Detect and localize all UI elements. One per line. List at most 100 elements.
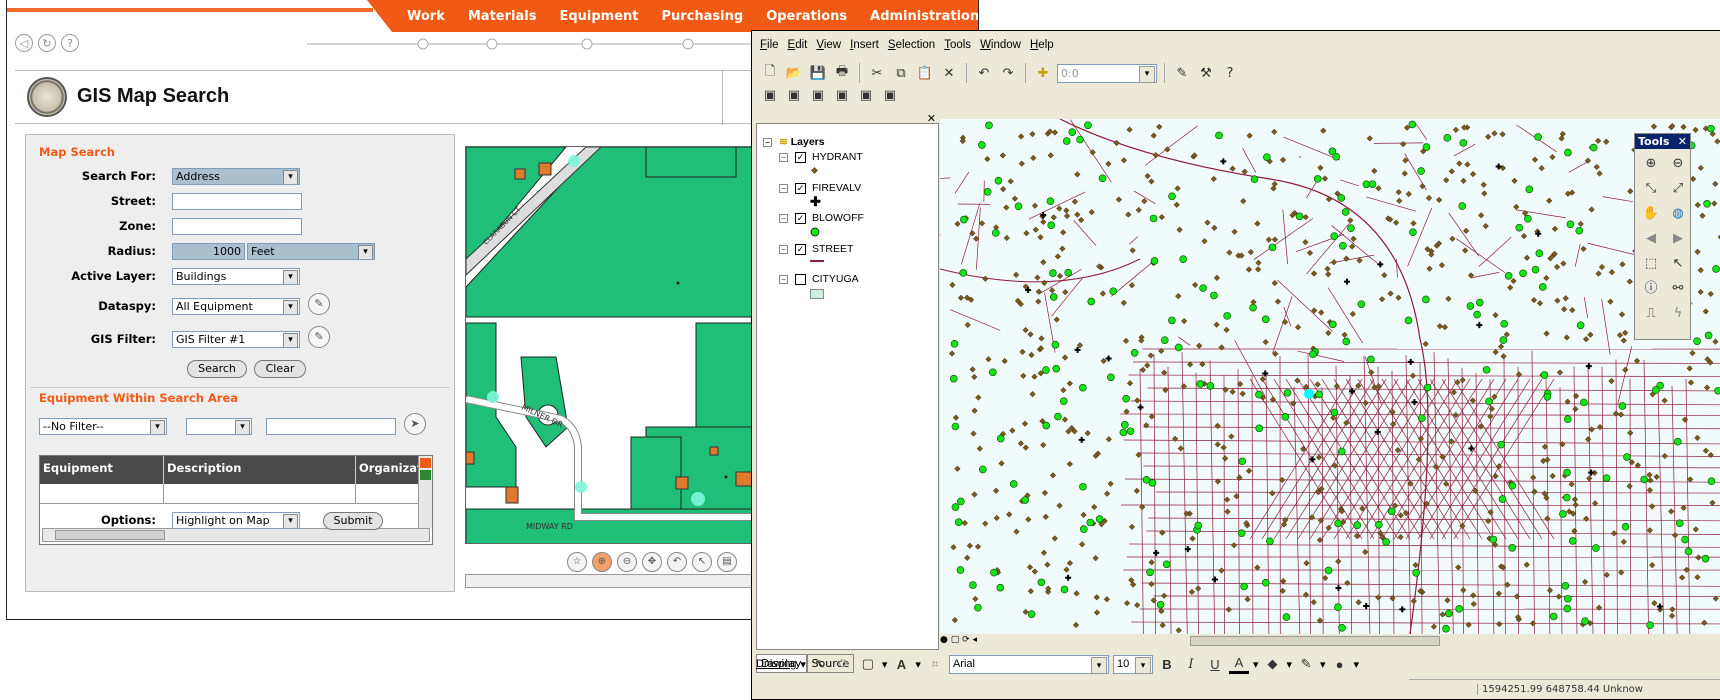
search-for-select[interactable]: Address <box>172 168 300 185</box>
menu-edit[interactable]: Edit <box>788 39 808 51</box>
pan-hand-icon[interactable]: ✋ <box>1639 204 1663 224</box>
table-vertical-scrollbar[interactable] <box>418 456 432 528</box>
edit-vertices-icon[interactable]: ⌗ <box>925 654 945 674</box>
data-view-scrollbar[interactable]: ● ▢ ⟳ ◂ <box>940 634 1720 648</box>
layout-help-icon[interactable]: ▣ <box>784 85 804 105</box>
run-filter-icon[interactable]: ➤ <box>404 413 426 435</box>
zoom-out-icon[interactable]: ⊖ <box>1666 154 1690 174</box>
open-folder-icon[interactable]: 📂 <box>784 63 804 83</box>
star-icon[interactable]: ☆ <box>567 552 587 572</box>
nav-operations[interactable]: Operations <box>766 9 847 24</box>
refresh-icon[interactable]: ↻ <box>38 34 56 52</box>
menu-tools[interactable]: Tools <box>944 39 971 51</box>
layer-blowoff[interactable]: −✓BLOWOFF <box>779 212 864 224</box>
layer-cityuga-checkbox[interactable] <box>795 274 806 285</box>
select-icon[interactable]: ↖ <box>692 552 712 572</box>
gis-filter-select[interactable]: GIS Filter #1 <box>172 331 300 348</box>
menu-insert[interactable]: Insert <box>850 39 879 51</box>
select-elements-icon[interactable]: ↖ <box>1666 254 1690 274</box>
active-layer-select[interactable]: Buildings <box>172 268 300 285</box>
layout-refresh-icon[interactable]: ▣ <box>880 85 900 105</box>
dataspy-select[interactable]: All Equipment <box>172 298 300 315</box>
map-preview-scrollbar[interactable] <box>465 574 760 588</box>
measure-icon[interactable]: ⎍ <box>1639 304 1663 324</box>
close-icon[interactable]: ✕ <box>1678 134 1687 149</box>
nav-equipment[interactable]: Equipment <box>559 9 638 24</box>
back-icon[interactable]: ◁ <box>15 34 33 52</box>
column-equipment[interactable]: Equipment <box>40 456 164 484</box>
rectangle-icon[interactable]: ▢ <box>858 654 878 674</box>
menu-file[interactable]: File <box>760 39 779 51</box>
column-description[interactable]: Description <box>164 456 356 484</box>
undo-icon[interactable]: ↶ <box>974 63 994 83</box>
map-preview[interactable]: CLARABUN CT MILNER DR MIDWAY RD <box>465 146 760 544</box>
add-data-icon[interactable]: ✚ <box>1033 63 1053 83</box>
menu-selection[interactable]: Selection <box>888 39 935 51</box>
nav-purchasing[interactable]: Purchasing <box>662 9 744 24</box>
menu-help[interactable]: Help <box>1030 39 1054 51</box>
search-button[interactable]: Search <box>187 360 247 378</box>
radius-input[interactable]: 1000 <box>172 243 245 260</box>
edit-dataspy-icon[interactable]: ✎ <box>308 293 330 315</box>
paste-icon[interactable]: 📋 <box>915 63 935 83</box>
font-size-combo[interactable]: 10 <box>1113 655 1153 674</box>
menu-view[interactable]: View <box>816 39 841 51</box>
filter-operator-select[interactable] <box>186 418 252 435</box>
layout-extent-icon[interactable]: ▣ <box>856 85 876 105</box>
copy-icon[interactable]: ⧉ <box>891 63 911 83</box>
marker-color-icon[interactable]: ● <box>1330 654 1350 674</box>
equipment-filter-select[interactable]: --No Filter-- <box>39 418 167 435</box>
layout-zoom-icon[interactable]: ▣ <box>832 85 852 105</box>
forward-arrow-icon[interactable]: ▶ <box>1666 229 1690 249</box>
undo-icon[interactable]: ↶ <box>667 552 687 572</box>
layer-street[interactable]: −✓STREET <box>779 243 853 255</box>
print-icon[interactable]: ▤ <box>717 552 737 572</box>
layer-blowoff-checkbox[interactable]: ✓ <box>795 213 806 224</box>
menu-window[interactable]: Window <box>980 39 1021 51</box>
street-input[interactable] <box>172 193 302 210</box>
zoom-out-icon[interactable]: ⊖ <box>617 552 637 572</box>
map-scale-combo[interactable]: 0:0 <box>1057 64 1157 83</box>
editor-icon[interactable]: ✎ <box>1172 63 1192 83</box>
full-extent-globe-icon[interactable]: ◍ <box>1666 204 1690 224</box>
redo-icon[interactable]: ↷ <box>998 63 1018 83</box>
options-select[interactable]: Highlight on Map <box>172 512 300 529</box>
table-horizontal-scrollbar[interactable] <box>42 528 430 542</box>
arcmap-data-view[interactable] <box>940 119 1720 634</box>
help-icon[interactable]: ? <box>61 34 79 52</box>
print-icon[interactable]: 🖶 <box>832 63 852 83</box>
whats-this-icon[interactable]: ? <box>1220 63 1240 83</box>
submit-button[interactable]: Submit <box>323 512 383 530</box>
bold-icon[interactable]: B <box>1157 654 1177 674</box>
layout-page-icon[interactable]: ▣ <box>760 85 780 105</box>
select-features-icon[interactable]: ⬚ <box>1639 254 1663 274</box>
table-row[interactable] <box>40 484 432 504</box>
zoom-in-icon[interactable]: ⊕ <box>592 552 612 572</box>
drawing-menu[interactable]: Drawing <box>756 658 796 670</box>
layer-hydrant[interactable]: −✓HYDRANT <box>779 151 863 163</box>
identify-icon[interactable]: ⓘ <box>1639 279 1663 299</box>
text-icon[interactable]: A <box>891 654 911 674</box>
fill-color-icon[interactable]: ◆ <box>1262 654 1282 674</box>
pan-icon[interactable]: ✥ <box>642 552 662 572</box>
edit-gis-filter-icon[interactable]: ✎ <box>308 326 330 348</box>
layer-street-checkbox[interactable]: ✓ <box>795 244 806 255</box>
line-color-icon[interactable]: ✎ <box>1296 654 1316 674</box>
italic-icon[interactable]: I <box>1181 654 1201 674</box>
hyperlink-icon[interactable]: ϟ <box>1666 304 1690 324</box>
delete-icon[interactable]: ✕ <box>939 63 959 83</box>
layers-root[interactable]: −≋ Layers <box>763 136 825 148</box>
find-binoculars-icon[interactable]: ⚯ <box>1666 279 1690 299</box>
arc-toolbox-icon[interactable]: ⚒ <box>1196 63 1216 83</box>
layer-firevalv-checkbox[interactable]: ✓ <box>795 183 806 194</box>
fixed-zoom-out-icon[interactable]: ⤢ <box>1666 179 1690 199</box>
layer-hydrant-checkbox[interactable]: ✓ <box>795 152 806 163</box>
save-icon[interactable]: 💾 <box>808 63 828 83</box>
layer-firevalv[interactable]: −✓FIREVALV <box>779 182 861 194</box>
radius-unit-select[interactable]: Feet <box>247 243 375 260</box>
layer-cityuga[interactable]: −CITYUGA <box>779 273 859 285</box>
column-organization[interactable]: Organizatio <box>356 456 422 484</box>
layout-center-icon[interactable]: ▣ <box>808 85 828 105</box>
zone-input[interactable] <box>172 218 302 235</box>
select-arrow-icon[interactable]: ↖ <box>810 654 830 674</box>
